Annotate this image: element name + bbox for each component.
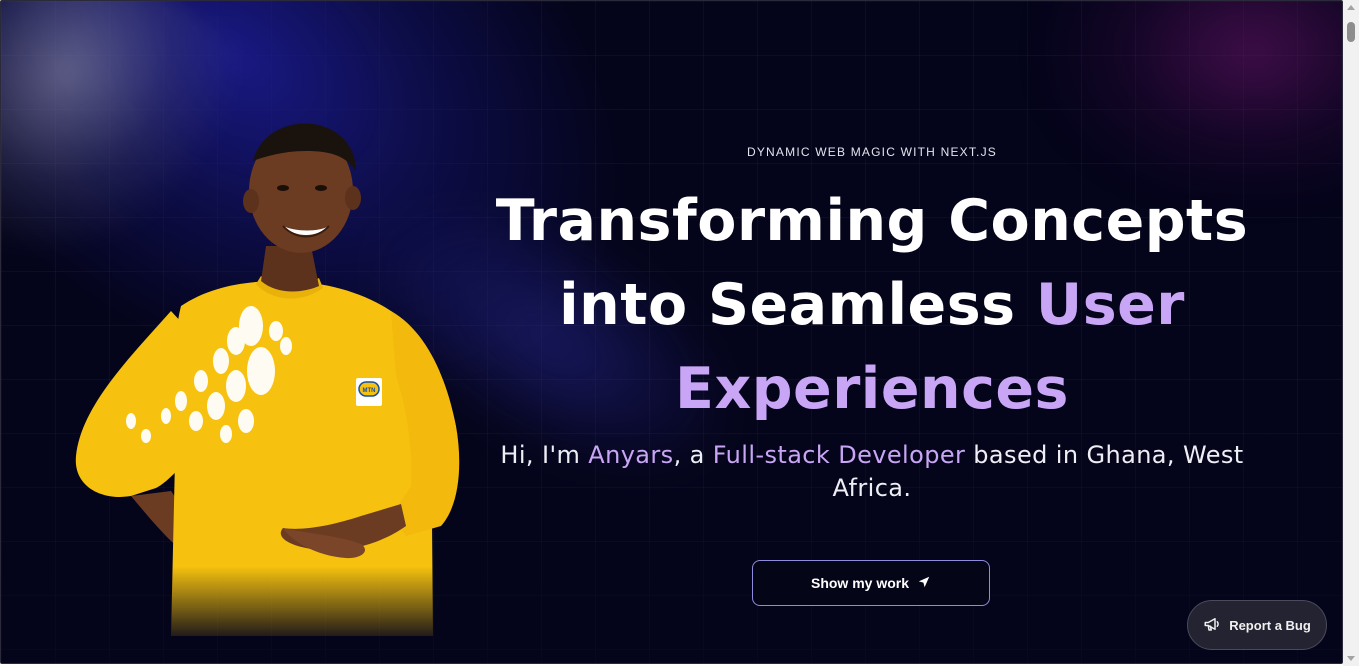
- report-bug-label: Report a Bug: [1229, 617, 1311, 633]
- headline: Transforming Concepts into Seamless User…: [491, 179, 1253, 431]
- vertical-scrollbar[interactable]: [1343, 0, 1359, 666]
- eyebrow-text: DYNAMIC WEB MAGIC WITH NEXT.JS: [746, 145, 997, 159]
- developer-portrait: MTN: [61, 116, 481, 646]
- show-my-work-label: Show my work: [810, 575, 910, 591]
- intro-name: Anyars: [588, 441, 674, 469]
- scroll-up-icon[interactable]: [1347, 5, 1355, 10]
- scroll-down-icon[interactable]: [1347, 656, 1355, 661]
- report-bug-button[interactable]: Report a Bug: [1187, 600, 1327, 650]
- navigation-arrow-icon: [917, 575, 931, 592]
- show-my-work-button[interactable]: Show my work: [752, 560, 990, 606]
- megaphone-icon: [1203, 615, 1221, 636]
- portrait-illustration: MTN: [75, 123, 460, 636]
- badge-text: MTN: [363, 388, 376, 394]
- intro-middle: , a: [673, 441, 713, 469]
- intro-prefix: Hi, I'm: [500, 441, 589, 469]
- intro-role: Full-stack Developer: [712, 441, 966, 469]
- intro-text: Hi, I'm Anyars, a Full-stack Developer b…: [491, 439, 1253, 505]
- scrollbar-thumb[interactable]: [1347, 22, 1355, 42]
- hero-section: MTN DYNAMIC WEB MAGIC WITH NEXT.JS Trans…: [0, 0, 1343, 664]
